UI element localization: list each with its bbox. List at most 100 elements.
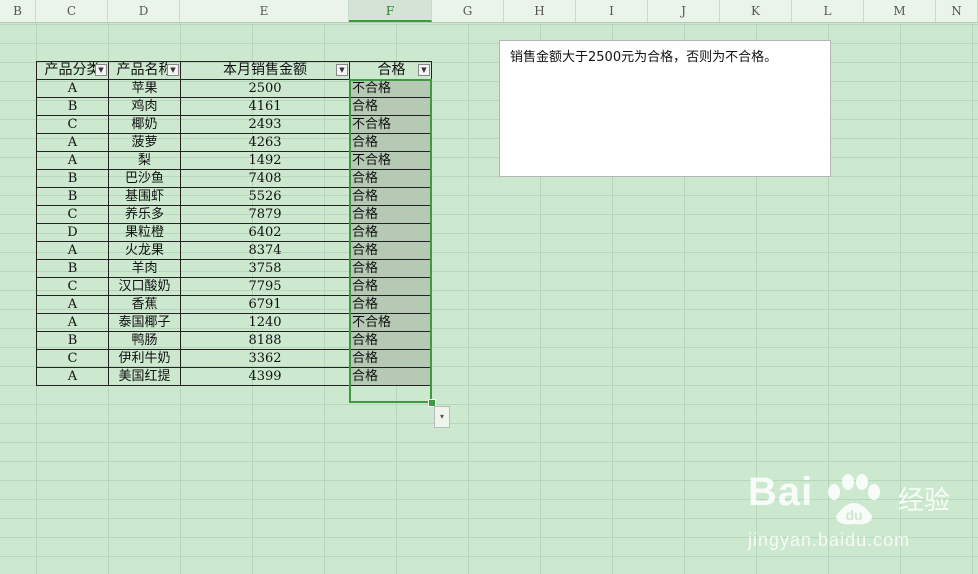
cell-result[interactable]: 合格 — [349, 223, 432, 242]
cell-result[interactable]: 合格 — [349, 259, 432, 278]
cell-name[interactable]: 巴沙鱼 — [108, 169, 181, 188]
cell-sales[interactable]: 8188 — [180, 331, 350, 350]
filter-dropdown-icon[interactable]: ▼ — [167, 64, 179, 76]
cell-sales[interactable]: 3362 — [180, 349, 350, 368]
cell-sales[interactable]: 2493 — [180, 115, 350, 134]
column-header-f[interactable]: F — [349, 0, 432, 22]
cell-category[interactable]: A — [36, 79, 109, 98]
column-header-i[interactable]: I — [576, 0, 648, 22]
cell-result[interactable]: 合格 — [349, 277, 432, 296]
cell-sales[interactable]: 8374 — [180, 241, 350, 260]
cell-result[interactable]: 合格 — [349, 241, 432, 260]
filter-dropdown-icon[interactable]: ▼ — [95, 64, 107, 76]
column-header-k[interactable]: K — [720, 0, 792, 22]
header-name[interactable]: 产品名称 ▼ — [108, 61, 181, 80]
cell-sales[interactable]: 1492 — [180, 151, 350, 170]
cell-sales[interactable]: 7408 — [180, 169, 350, 188]
cell-name[interactable]: 椰奶 — [108, 115, 181, 134]
note-textbox[interactable]: 销售金额大于2500元为合格，否则为不合格。 — [499, 40, 831, 177]
column-header-c[interactable]: C — [36, 0, 108, 22]
cell-sales[interactable]: 4263 — [180, 133, 350, 152]
cell-result[interactable]: 不合格 — [349, 313, 432, 332]
cell-result[interactable]: 不合格 — [349, 115, 432, 134]
cell-name[interactable]: 羊肉 — [108, 259, 181, 278]
cell-name[interactable]: 伊利牛奶 — [108, 349, 181, 368]
cell-sales[interactable]: 6791 — [180, 295, 350, 314]
cell-result[interactable]: 合格 — [349, 169, 432, 188]
table-row: C 伊利牛奶 3362 合格 — [36, 349, 432, 368]
cell-name[interactable]: 鸡肉 — [108, 97, 181, 116]
cell-name[interactable]: 香蕉 — [108, 295, 181, 314]
cell-name[interactable]: 养乐多 — [108, 205, 181, 224]
cell-category[interactable]: D — [36, 223, 109, 242]
cell-result[interactable]: 不合格 — [349, 151, 432, 170]
cell-sales[interactable]: 7879 — [180, 205, 350, 224]
cell-name[interactable]: 汉口酸奶 — [108, 277, 181, 296]
cell-category[interactable]: B — [36, 331, 109, 350]
cell-result[interactable]: 合格 — [349, 187, 432, 206]
column-header-g[interactable]: G — [432, 0, 504, 22]
cell-category[interactable]: A — [36, 241, 109, 260]
column-header-m[interactable]: M — [864, 0, 936, 22]
cell-category[interactable]: C — [36, 349, 109, 368]
cell-name[interactable]: 果粒橙 — [108, 223, 181, 242]
cell-result[interactable]: 合格 — [349, 349, 432, 368]
table-row: D 果粒橙 6402 合格 — [36, 223, 432, 242]
autofill-options-button[interactable]: ▾ — [434, 406, 450, 428]
cell-sales[interactable]: 7795 — [180, 277, 350, 296]
table-row: A 香蕉 6791 合格 — [36, 295, 432, 314]
cell-sales[interactable]: 4399 — [180, 367, 350, 386]
cell-name[interactable]: 火龙果 — [108, 241, 181, 260]
cell-sales[interactable]: 5526 — [180, 187, 350, 206]
cell-name[interactable]: 美国红提 — [108, 367, 181, 386]
note-text: 销售金额大于2500元为合格，否则为不合格。 — [510, 50, 778, 65]
column-header-d[interactable]: D — [108, 0, 180, 22]
column-header-b[interactable]: B — [0, 0, 36, 22]
header-result[interactable]: 合格 ▼ — [349, 61, 432, 80]
cell-result[interactable]: 合格 — [349, 133, 432, 152]
cell-sales[interactable]: 3758 — [180, 259, 350, 278]
column-header-l[interactable]: L — [792, 0, 864, 22]
table-header-row: 产品分类 ▼ 产品名称 ▼ 本月销售金额 ▼ 合格 ▼ — [36, 61, 432, 80]
cell-result[interactable]: 合格 — [349, 295, 432, 314]
header-sales[interactable]: 本月销售金额 ▼ — [180, 61, 350, 80]
cell-sales[interactable]: 2500 — [180, 79, 350, 98]
cell-category[interactable]: B — [36, 97, 109, 116]
cell-result[interactable]: 不合格 — [349, 79, 432, 98]
cell-category[interactable]: C — [36, 205, 109, 224]
column-header-j[interactable]: J — [648, 0, 720, 22]
table-row: C 椰奶 2493 不合格 — [36, 115, 432, 134]
column-header-e[interactable]: E — [180, 0, 349, 22]
cell-name[interactable]: 苹果 — [108, 79, 181, 98]
cell-sales[interactable]: 1240 — [180, 313, 350, 332]
column-header-n[interactable]: N — [936, 0, 978, 22]
cell-category[interactable]: B — [36, 169, 109, 188]
table-row: A 菠萝 4263 合格 — [36, 133, 432, 152]
cell-category[interactable]: C — [36, 115, 109, 134]
cell-result[interactable]: 合格 — [349, 205, 432, 224]
cell-result[interactable]: 合格 — [349, 367, 432, 386]
cell-category[interactable]: A — [36, 133, 109, 152]
table-row: A 苹果 2500 不合格 — [36, 79, 432, 98]
cell-name[interactable]: 梨 — [108, 151, 181, 170]
cell-result[interactable]: 合格 — [349, 97, 432, 116]
cell-category[interactable]: A — [36, 367, 109, 386]
cell-category[interactable]: A — [36, 313, 109, 332]
table-row: C 养乐多 7879 合格 — [36, 205, 432, 224]
cell-name[interactable]: 泰国椰子 — [108, 313, 181, 332]
filter-dropdown-icon[interactable]: ▼ — [336, 64, 348, 76]
cell-sales[interactable]: 6402 — [180, 223, 350, 242]
cell-category[interactable]: B — [36, 259, 109, 278]
cell-category[interactable]: C — [36, 277, 109, 296]
cell-result[interactable]: 合格 — [349, 331, 432, 350]
column-header-h[interactable]: H — [504, 0, 576, 22]
header-category[interactable]: 产品分类 ▼ — [36, 61, 109, 80]
cell-name[interactable]: 基围虾 — [108, 187, 181, 206]
cell-category[interactable]: A — [36, 151, 109, 170]
cell-category[interactable]: B — [36, 187, 109, 206]
cell-sales[interactable]: 4161 — [180, 97, 350, 116]
cell-name[interactable]: 菠萝 — [108, 133, 181, 152]
filter-dropdown-icon[interactable]: ▼ — [418, 64, 430, 76]
cell-category[interactable]: A — [36, 295, 109, 314]
cell-name[interactable]: 鸭肠 — [108, 331, 181, 350]
